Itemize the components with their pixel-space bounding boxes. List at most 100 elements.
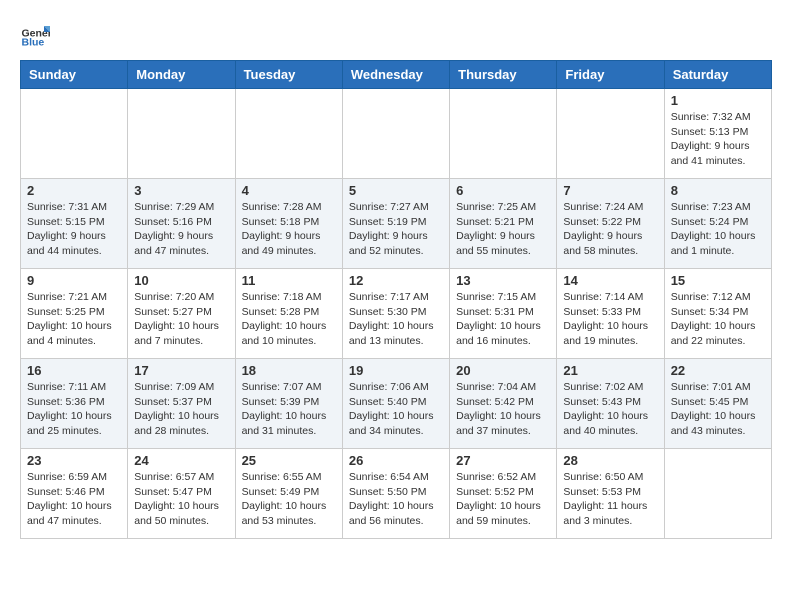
day-info: Sunrise: 7:11 AM Sunset: 5:36 PM Dayligh… bbox=[27, 380, 121, 439]
calendar-cell: 27 Sunrise: 6:52 AM Sunset: 5:52 PM Dayli… bbox=[450, 449, 557, 539]
day-number: 12 bbox=[349, 273, 443, 288]
day-number: 1 bbox=[671, 93, 765, 108]
page-header: General Blue bbox=[20, 20, 772, 50]
calendar-cell: 10 Sunrise: 7:20 AM Sunset: 5:27 PM Dayli… bbox=[128, 269, 235, 359]
day-info: Sunrise: 7:17 AM Sunset: 5:30 PM Dayligh… bbox=[349, 290, 443, 349]
day-info: Sunrise: 7:09 AM Sunset: 5:37 PM Dayligh… bbox=[134, 380, 228, 439]
calendar-cell: 13 Sunrise: 7:15 AM Sunset: 5:31 PM Dayli… bbox=[450, 269, 557, 359]
day-number: 18 bbox=[242, 363, 336, 378]
day-number: 4 bbox=[242, 183, 336, 198]
calendar-cell: 14 Sunrise: 7:14 AM Sunset: 5:33 PM Dayli… bbox=[557, 269, 664, 359]
day-number: 8 bbox=[671, 183, 765, 198]
calendar-week-row: 2 Sunrise: 7:31 AM Sunset: 5:15 PM Daylig… bbox=[21, 179, 772, 269]
day-info: Sunrise: 7:15 AM Sunset: 5:31 PM Dayligh… bbox=[456, 290, 550, 349]
day-info: Sunrise: 6:55 AM Sunset: 5:49 PM Dayligh… bbox=[242, 470, 336, 529]
day-number: 17 bbox=[134, 363, 228, 378]
day-header-friday: Friday bbox=[557, 61, 664, 89]
day-number: 24 bbox=[134, 453, 228, 468]
day-info: Sunrise: 7:24 AM Sunset: 5:22 PM Dayligh… bbox=[563, 200, 657, 259]
day-number: 11 bbox=[242, 273, 336, 288]
calendar-cell: 7 Sunrise: 7:24 AM Sunset: 5:22 PM Daylig… bbox=[557, 179, 664, 269]
calendar-week-row: 16 Sunrise: 7:11 AM Sunset: 5:36 PM Dayli… bbox=[21, 359, 772, 449]
day-info: Sunrise: 7:27 AM Sunset: 5:19 PM Dayligh… bbox=[349, 200, 443, 259]
day-info: Sunrise: 7:31 AM Sunset: 5:15 PM Dayligh… bbox=[27, 200, 121, 259]
calendar-cell bbox=[557, 89, 664, 179]
calendar-cell: 25 Sunrise: 6:55 AM Sunset: 5:49 PM Dayli… bbox=[235, 449, 342, 539]
calendar-week-row: 23 Sunrise: 6:59 AM Sunset: 5:46 PM Dayli… bbox=[21, 449, 772, 539]
day-header-wednesday: Wednesday bbox=[342, 61, 449, 89]
day-header-saturday: Saturday bbox=[664, 61, 771, 89]
calendar-table: SundayMondayTuesdayWednesdayThursdayFrid… bbox=[20, 60, 772, 539]
day-info: Sunrise: 7:25 AM Sunset: 5:21 PM Dayligh… bbox=[456, 200, 550, 259]
calendar-header-row: SundayMondayTuesdayWednesdayThursdayFrid… bbox=[21, 61, 772, 89]
day-number: 15 bbox=[671, 273, 765, 288]
day-number: 22 bbox=[671, 363, 765, 378]
calendar-cell bbox=[128, 89, 235, 179]
day-info: Sunrise: 6:50 AM Sunset: 5:53 PM Dayligh… bbox=[563, 470, 657, 529]
day-number: 20 bbox=[456, 363, 550, 378]
day-number: 2 bbox=[27, 183, 121, 198]
day-info: Sunrise: 7:07 AM Sunset: 5:39 PM Dayligh… bbox=[242, 380, 336, 439]
calendar-cell bbox=[450, 89, 557, 179]
calendar-cell: 23 Sunrise: 6:59 AM Sunset: 5:46 PM Dayli… bbox=[21, 449, 128, 539]
calendar-cell: 24Sunrise: 6:57 AM Sunset: 5:47 PM Dayli… bbox=[128, 449, 235, 539]
day-info: Sunrise: 6:52 AM Sunset: 5:52 PM Dayligh… bbox=[456, 470, 550, 529]
day-number: 13 bbox=[456, 273, 550, 288]
calendar-cell: 18 Sunrise: 7:07 AM Sunset: 5:39 PM Dayli… bbox=[235, 359, 342, 449]
calendar-cell: 17 Sunrise: 7:09 AM Sunset: 5:37 PM Dayli… bbox=[128, 359, 235, 449]
day-number: 23 bbox=[27, 453, 121, 468]
calendar-cell: 21 Sunrise: 7:02 AM Sunset: 5:43 PM Dayli… bbox=[557, 359, 664, 449]
day-info: Sunrise: 6:59 AM Sunset: 5:46 PM Dayligh… bbox=[27, 470, 121, 529]
logo: General Blue bbox=[20, 20, 54, 50]
calendar-cell: 8 Sunrise: 7:23 AM Sunset: 5:24 PM Daylig… bbox=[664, 179, 771, 269]
day-info: Sunrise: 7:14 AM Sunset: 5:33 PM Dayligh… bbox=[563, 290, 657, 349]
calendar-cell bbox=[342, 89, 449, 179]
day-info: Sunrise: 7:32 AM Sunset: 5:13 PM Dayligh… bbox=[671, 110, 765, 169]
calendar-cell: 9 Sunrise: 7:21 AM Sunset: 5:25 PM Daylig… bbox=[21, 269, 128, 359]
day-number: 25 bbox=[242, 453, 336, 468]
day-info: Sunrise: 7:28 AM Sunset: 5:18 PM Dayligh… bbox=[242, 200, 336, 259]
day-info: Sunrise: 7:06 AM Sunset: 5:40 PM Dayligh… bbox=[349, 380, 443, 439]
calendar-cell: 20Sunrise: 7:04 AM Sunset: 5:42 PM Dayli… bbox=[450, 359, 557, 449]
calendar-cell bbox=[21, 89, 128, 179]
calendar-week-row: 1 Sunrise: 7:32 AM Sunset: 5:13 PM Daylig… bbox=[21, 89, 772, 179]
calendar-cell: 6 Sunrise: 7:25 AM Sunset: 5:21 PM Daylig… bbox=[450, 179, 557, 269]
calendar-cell: 2 Sunrise: 7:31 AM Sunset: 5:15 PM Daylig… bbox=[21, 179, 128, 269]
calendar-cell: 22 Sunrise: 7:01 AM Sunset: 5:45 PM Dayli… bbox=[664, 359, 771, 449]
day-number: 21 bbox=[563, 363, 657, 378]
day-number: 3 bbox=[134, 183, 228, 198]
day-info: Sunrise: 7:21 AM Sunset: 5:25 PM Dayligh… bbox=[27, 290, 121, 349]
calendar-cell: 3 Sunrise: 7:29 AM Sunset: 5:16 PM Daylig… bbox=[128, 179, 235, 269]
calendar-cell: 11 Sunrise: 7:18 AM Sunset: 5:28 PM Dayli… bbox=[235, 269, 342, 359]
day-number: 16 bbox=[27, 363, 121, 378]
calendar-week-row: 9 Sunrise: 7:21 AM Sunset: 5:25 PM Daylig… bbox=[21, 269, 772, 359]
calendar-cell: 12 Sunrise: 7:17 AM Sunset: 5:30 PM Dayli… bbox=[342, 269, 449, 359]
calendar-cell: 28 Sunrise: 6:50 AM Sunset: 5:53 PM Dayli… bbox=[557, 449, 664, 539]
day-number: 27 bbox=[456, 453, 550, 468]
day-info: Sunrise: 7:02 AM Sunset: 5:43 PM Dayligh… bbox=[563, 380, 657, 439]
calendar-cell: 15Sunrise: 7:12 AM Sunset: 5:34 PM Dayli… bbox=[664, 269, 771, 359]
day-info: Sunrise: 6:54 AM Sunset: 5:50 PM Dayligh… bbox=[349, 470, 443, 529]
calendar-cell bbox=[664, 449, 771, 539]
day-info: Sunrise: 7:18 AM Sunset: 5:28 PM Dayligh… bbox=[242, 290, 336, 349]
day-info: Sunrise: 7:29 AM Sunset: 5:16 PM Dayligh… bbox=[134, 200, 228, 259]
day-number: 9 bbox=[27, 273, 121, 288]
day-number: 14 bbox=[563, 273, 657, 288]
day-number: 5 bbox=[349, 183, 443, 198]
calendar-cell: 4 Sunrise: 7:28 AM Sunset: 5:18 PM Daylig… bbox=[235, 179, 342, 269]
calendar-cell: 16 Sunrise: 7:11 AM Sunset: 5:36 PM Dayli… bbox=[21, 359, 128, 449]
calendar-cell: 1 Sunrise: 7:32 AM Sunset: 5:13 PM Daylig… bbox=[664, 89, 771, 179]
day-number: 6 bbox=[456, 183, 550, 198]
day-header-sunday: Sunday bbox=[21, 61, 128, 89]
day-number: 28 bbox=[563, 453, 657, 468]
day-header-monday: Monday bbox=[128, 61, 235, 89]
day-number: 19 bbox=[349, 363, 443, 378]
day-info: Sunrise: 7:20 AM Sunset: 5:27 PM Dayligh… bbox=[134, 290, 228, 349]
logo-icon: General Blue bbox=[20, 20, 50, 50]
day-number: 10 bbox=[134, 273, 228, 288]
day-number: 7 bbox=[563, 183, 657, 198]
calendar-cell bbox=[235, 89, 342, 179]
day-info: Sunrise: 7:01 AM Sunset: 5:45 PM Dayligh… bbox=[671, 380, 765, 439]
svg-text:Blue: Blue bbox=[22, 37, 45, 49]
day-info: Sunrise: 7:23 AM Sunset: 5:24 PM Dayligh… bbox=[671, 200, 765, 259]
